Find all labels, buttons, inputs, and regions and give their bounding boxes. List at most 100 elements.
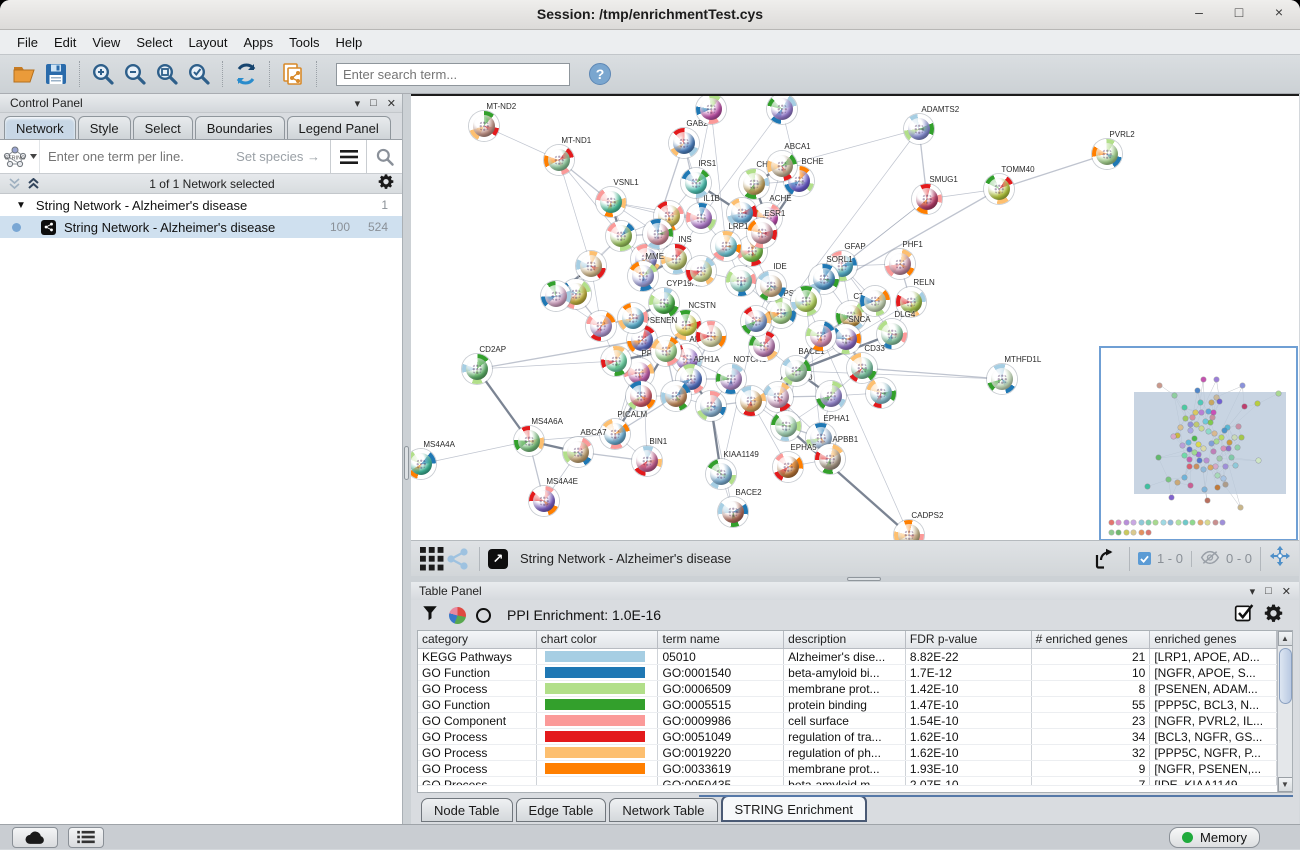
float-panel-icon[interactable]: □ — [370, 97, 377, 109]
table-row[interactable]: GO FunctionGO:0005515protein binding1.47… — [418, 697, 1277, 713]
network-node[interactable] — [576, 251, 606, 281]
title-bar[interactable]: Session: /tmp/enrichmentTest.cys –□× — [0, 0, 1300, 30]
save-session-icon[interactable] — [40, 59, 72, 89]
circle-icon[interactable] — [476, 608, 491, 623]
network-node[interactable]: KIAA1149 — [706, 459, 736, 489]
tree-expander-icon[interactable]: ▼ — [16, 200, 26, 211]
scroll-down-icon[interactable]: ▼ — [1278, 777, 1293, 792]
network-node[interactable]: MTHFD1L — [987, 364, 1017, 394]
checkbox-icon[interactable] — [1234, 603, 1254, 628]
network-node[interactable] — [741, 306, 771, 336]
share-network-icon[interactable] — [445, 544, 471, 574]
network-node[interactable]: GAB2 — [669, 128, 699, 158]
network-node[interactable]: CHAT — [739, 169, 769, 199]
column-header-chart-color[interactable]: chart color — [537, 631, 659, 649]
table-row[interactable]: GO ProcessGO:0019220regulation of ph...1… — [418, 745, 1277, 761]
network-node[interactable] — [860, 286, 890, 316]
network-node[interactable] — [601, 346, 631, 376]
network-node[interactable]: MT-ND1 — [544, 145, 574, 175]
network-node[interactable] — [661, 381, 691, 411]
network-node[interactable]: ABCA1 — [767, 151, 797, 181]
gear-icon[interactable] — [1264, 603, 1283, 627]
open-session-icon[interactable] — [8, 59, 40, 89]
tab-string-enrichment[interactable]: STRING Enrichment — [721, 795, 867, 822]
table-row[interactable]: GO ProcessGO:0051049regulation of tra...… — [418, 729, 1277, 745]
table-row[interactable]: GO ProcessGO:0006509membrane prot...1.42… — [418, 681, 1277, 697]
network-node[interactable] — [736, 386, 766, 416]
tab-style[interactable]: Style — [78, 116, 131, 139]
collapse-all-icon[interactable] — [8, 178, 21, 190]
filter-funnel-icon[interactable] — [421, 604, 439, 627]
network-node[interactable]: ESR1 — [747, 218, 777, 248]
tab-node-table[interactable]: Node Table — [421, 798, 513, 822]
gear-icon[interactable] — [378, 173, 394, 194]
close-icon[interactable]: × — [1270, 4, 1288, 20]
network-node[interactable]: MS4A4E — [529, 486, 559, 516]
menu-select[interactable]: Select — [129, 33, 179, 52]
search-input[interactable] — [336, 63, 570, 86]
column-header-enriched-genes[interactable]: enriched genes — [1150, 631, 1277, 649]
network-node[interactable]: IDE — [756, 271, 786, 301]
scroll-up-icon[interactable]: ▲ — [1278, 631, 1293, 646]
splitter-grip[interactable] — [404, 446, 409, 480]
memory-button[interactable]: Memory — [1169, 827, 1260, 848]
column-header--enriched-genes[interactable]: # enriched genes — [1032, 631, 1151, 649]
table-scrollbar[interactable]: ▲ ▼ — [1277, 631, 1292, 792]
network-node[interactable] — [726, 266, 756, 296]
tab-network[interactable]: Network — [4, 116, 76, 139]
hamburger-icon[interactable] — [330, 140, 366, 173]
menu-apps[interactable]: Apps — [237, 33, 281, 52]
set-species-label[interactable]: Set species → — [236, 149, 330, 164]
table-row[interactable]: GO ProcessGO:0033619membrane prot...1.93… — [418, 761, 1277, 777]
network-node[interactable]: IRS1 — [681, 168, 711, 198]
network-node[interactable] — [696, 391, 726, 421]
zoom-fit-icon[interactable] — [151, 59, 183, 89]
network-node[interactable] — [626, 381, 656, 411]
network-node[interactable]: APBB1 — [815, 444, 845, 474]
network-node[interactable]: CD33 — [847, 353, 877, 383]
network-node[interactable]: VSNL1 — [596, 187, 626, 217]
selected-counter[interactable]: 1 - 0 — [1138, 551, 1183, 566]
tab-select[interactable]: Select — [133, 116, 193, 139]
network-node[interactable] — [696, 321, 726, 351]
network-node[interactable]: BIN1 — [632, 446, 662, 476]
zoom-in-icon[interactable] — [87, 59, 119, 89]
network-node[interactable]: CD2AP — [462, 354, 492, 384]
tab-edge-table[interactable]: Edge Table — [516, 798, 607, 822]
network-canvas[interactable]: MT-ND2MT-ND1VSNL1GAB2ADAMTS2PVRL2TOMM40S… — [411, 94, 1299, 540]
column-header-term-name[interactable]: term name — [658, 631, 784, 649]
splitter-grip[interactable] — [847, 577, 881, 581]
network-row-selected[interactable]: String Network - Alzheimer's disease 100… — [0, 216, 402, 238]
network-node[interactable]: LRP1 — [711, 231, 741, 261]
network-node[interactable]: IL1B — [686, 203, 716, 233]
open-external-icon[interactable]: ↗ — [488, 549, 508, 569]
network-node[interactable]: ADAMTS2 — [904, 114, 934, 144]
string-term-input[interactable] — [40, 149, 236, 164]
network-node[interactable] — [866, 378, 896, 408]
column-header-description[interactable]: description — [784, 631, 906, 649]
network-node[interactable]: BACE1 — [781, 356, 811, 386]
network-node[interactable] — [586, 311, 616, 341]
close-panel-icon[interactable]: ✕ — [387, 97, 396, 110]
network-node[interactable]: BACE2 — [718, 497, 748, 527]
maximize-icon[interactable]: □ — [1230, 4, 1248, 20]
menu-tools[interactable]: Tools — [282, 33, 326, 52]
refresh-icon[interactable] — [230, 59, 262, 89]
menu-edit[interactable]: Edit — [47, 33, 83, 52]
network-node[interactable]: MT-ND2 — [469, 111, 499, 141]
grid-view-icon[interactable] — [419, 544, 445, 574]
panel-menu-icon[interactable]: ▾ — [1250, 585, 1256, 598]
move-tool-icon[interactable] — [1269, 545, 1291, 572]
expand-all-icon[interactable] — [27, 178, 40, 190]
network-share-doc-icon[interactable] — [277, 59, 309, 89]
network-node[interactable] — [806, 321, 836, 351]
float-panel-icon[interactable]: □ — [1265, 585, 1272, 597]
network-node[interactable]: TOMM40 — [984, 174, 1014, 204]
hidden-counter[interactable]: 0 - 0 — [1200, 550, 1252, 568]
menu-file[interactable]: File — [10, 33, 45, 52]
network-node[interactable]: PVRL2 — [1092, 139, 1122, 169]
panel-menu-icon[interactable]: ▾ — [355, 97, 361, 110]
minimize-icon[interactable]: – — [1190, 4, 1208, 20]
zoom-selected-icon[interactable] — [183, 59, 215, 89]
tab-network-table[interactable]: Network Table — [609, 798, 717, 822]
